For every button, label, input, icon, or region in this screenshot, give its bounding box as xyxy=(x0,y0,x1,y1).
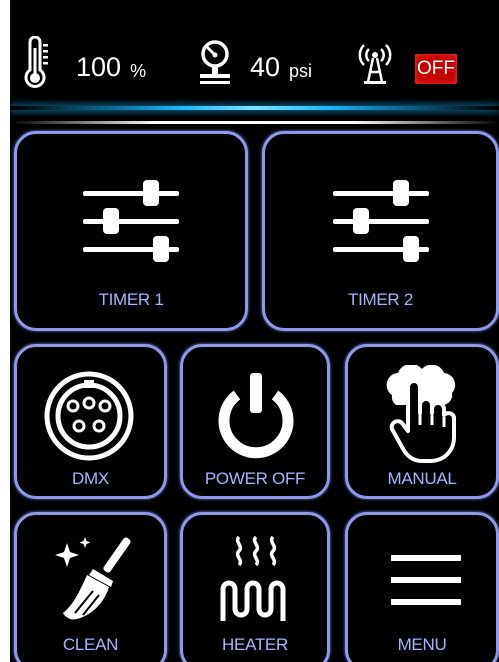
manual-label: MANUAL xyxy=(387,469,457,488)
humidity-value: 100 xyxy=(76,52,122,82)
pressure-value: 40 xyxy=(250,52,281,82)
heater-label: HEATER xyxy=(222,635,288,654)
clean-label: CLEAN xyxy=(62,635,119,654)
divider-line xyxy=(10,121,499,124)
pressure-value-group: 40 psi xyxy=(250,52,312,83)
control-screen: 100 % 40 psi OFF TIMER 1 TIMER 2 DMX POW… xyxy=(10,0,499,662)
timer1-button[interactable]: TIMER 1 xyxy=(14,131,248,331)
clean-button[interactable]: CLEAN xyxy=(14,512,167,662)
timer2-label: TIMER 2 xyxy=(348,290,413,309)
timer1-label: TIMER 1 xyxy=(98,290,164,309)
humidity-value-group: 100 % xyxy=(76,52,146,83)
pressure-unit: psi xyxy=(289,61,313,81)
divider-glow xyxy=(10,106,499,110)
broom-sparkle-icon xyxy=(55,537,131,620)
wireless-status xyxy=(356,42,394,86)
pressure-gauge xyxy=(198,40,232,86)
power-off-button[interactable]: POWER OFF xyxy=(180,344,330,499)
wireless-off-badge[interactable]: OFF xyxy=(415,54,457,84)
hand-press-icon xyxy=(386,365,456,463)
timer2-button[interactable]: TIMER 2 xyxy=(262,131,499,331)
manual-button[interactable]: MANUAL xyxy=(345,344,499,499)
dmx-button[interactable]: DMX xyxy=(14,344,167,499)
heater-button[interactable]: HEATER xyxy=(180,512,330,662)
menu-label: MENU xyxy=(397,635,447,654)
power-off-label: POWER OFF xyxy=(204,469,306,488)
hamburger-menu-icon xyxy=(391,555,461,605)
humidity-unit: % xyxy=(130,61,147,81)
dmx-label: DMX xyxy=(72,469,109,488)
sliders-icon xyxy=(83,180,179,262)
status-bar: 100 % 40 psi OFF xyxy=(10,0,499,104)
thermometer-icon xyxy=(24,36,48,88)
pressure-gauge-icon xyxy=(200,40,230,84)
dmx-connector-icon xyxy=(44,371,134,461)
antenna-icon xyxy=(358,44,392,84)
sliders-icon xyxy=(333,180,429,262)
menu-button[interactable]: MENU xyxy=(345,512,499,662)
humidity-readout xyxy=(24,36,48,90)
power-icon xyxy=(218,373,294,459)
heater-coil-icon xyxy=(220,535,286,621)
